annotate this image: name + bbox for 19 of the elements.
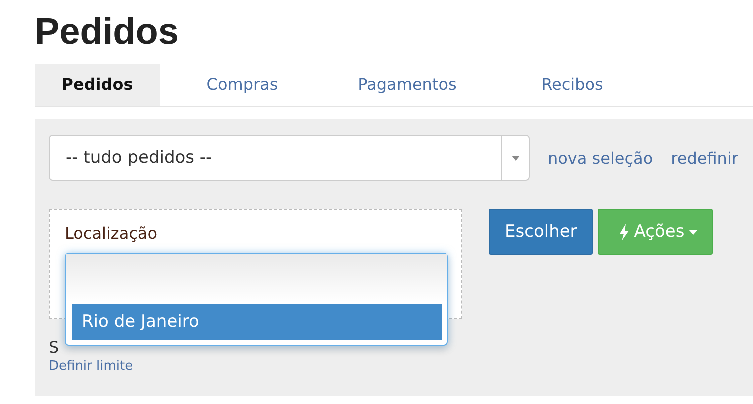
location-dropdown[interactable]: Rio de Janeiro xyxy=(65,253,448,346)
dropdown-option[interactable]: Rio de Janeiro xyxy=(72,304,442,340)
rule-text: S xyxy=(49,338,60,357)
tab[interactable]: Pedidos xyxy=(35,64,160,106)
limit-link[interactable]: Definir limite xyxy=(49,359,134,374)
tab[interactable]: Compras xyxy=(160,64,325,106)
choose-button[interactable]: Escolher xyxy=(489,209,594,255)
link[interactable]: redefinir xyxy=(671,148,738,168)
caret-icon xyxy=(688,230,698,234)
filter-select[interactable]: -- tudo pedidos -- xyxy=(49,135,530,181)
caret-icon xyxy=(512,156,520,160)
search-field[interactable] xyxy=(66,254,447,302)
tab[interactable]: Pagamentos xyxy=(325,64,490,106)
actions-button[interactable]: Ações xyxy=(598,209,713,255)
link[interactable]: nova seleção xyxy=(548,148,654,168)
page-title: Pedidos xyxy=(35,10,180,54)
lightning-icon xyxy=(619,224,630,240)
tab[interactable]: Recibos xyxy=(490,64,655,106)
field-label: Localização xyxy=(65,224,159,243)
